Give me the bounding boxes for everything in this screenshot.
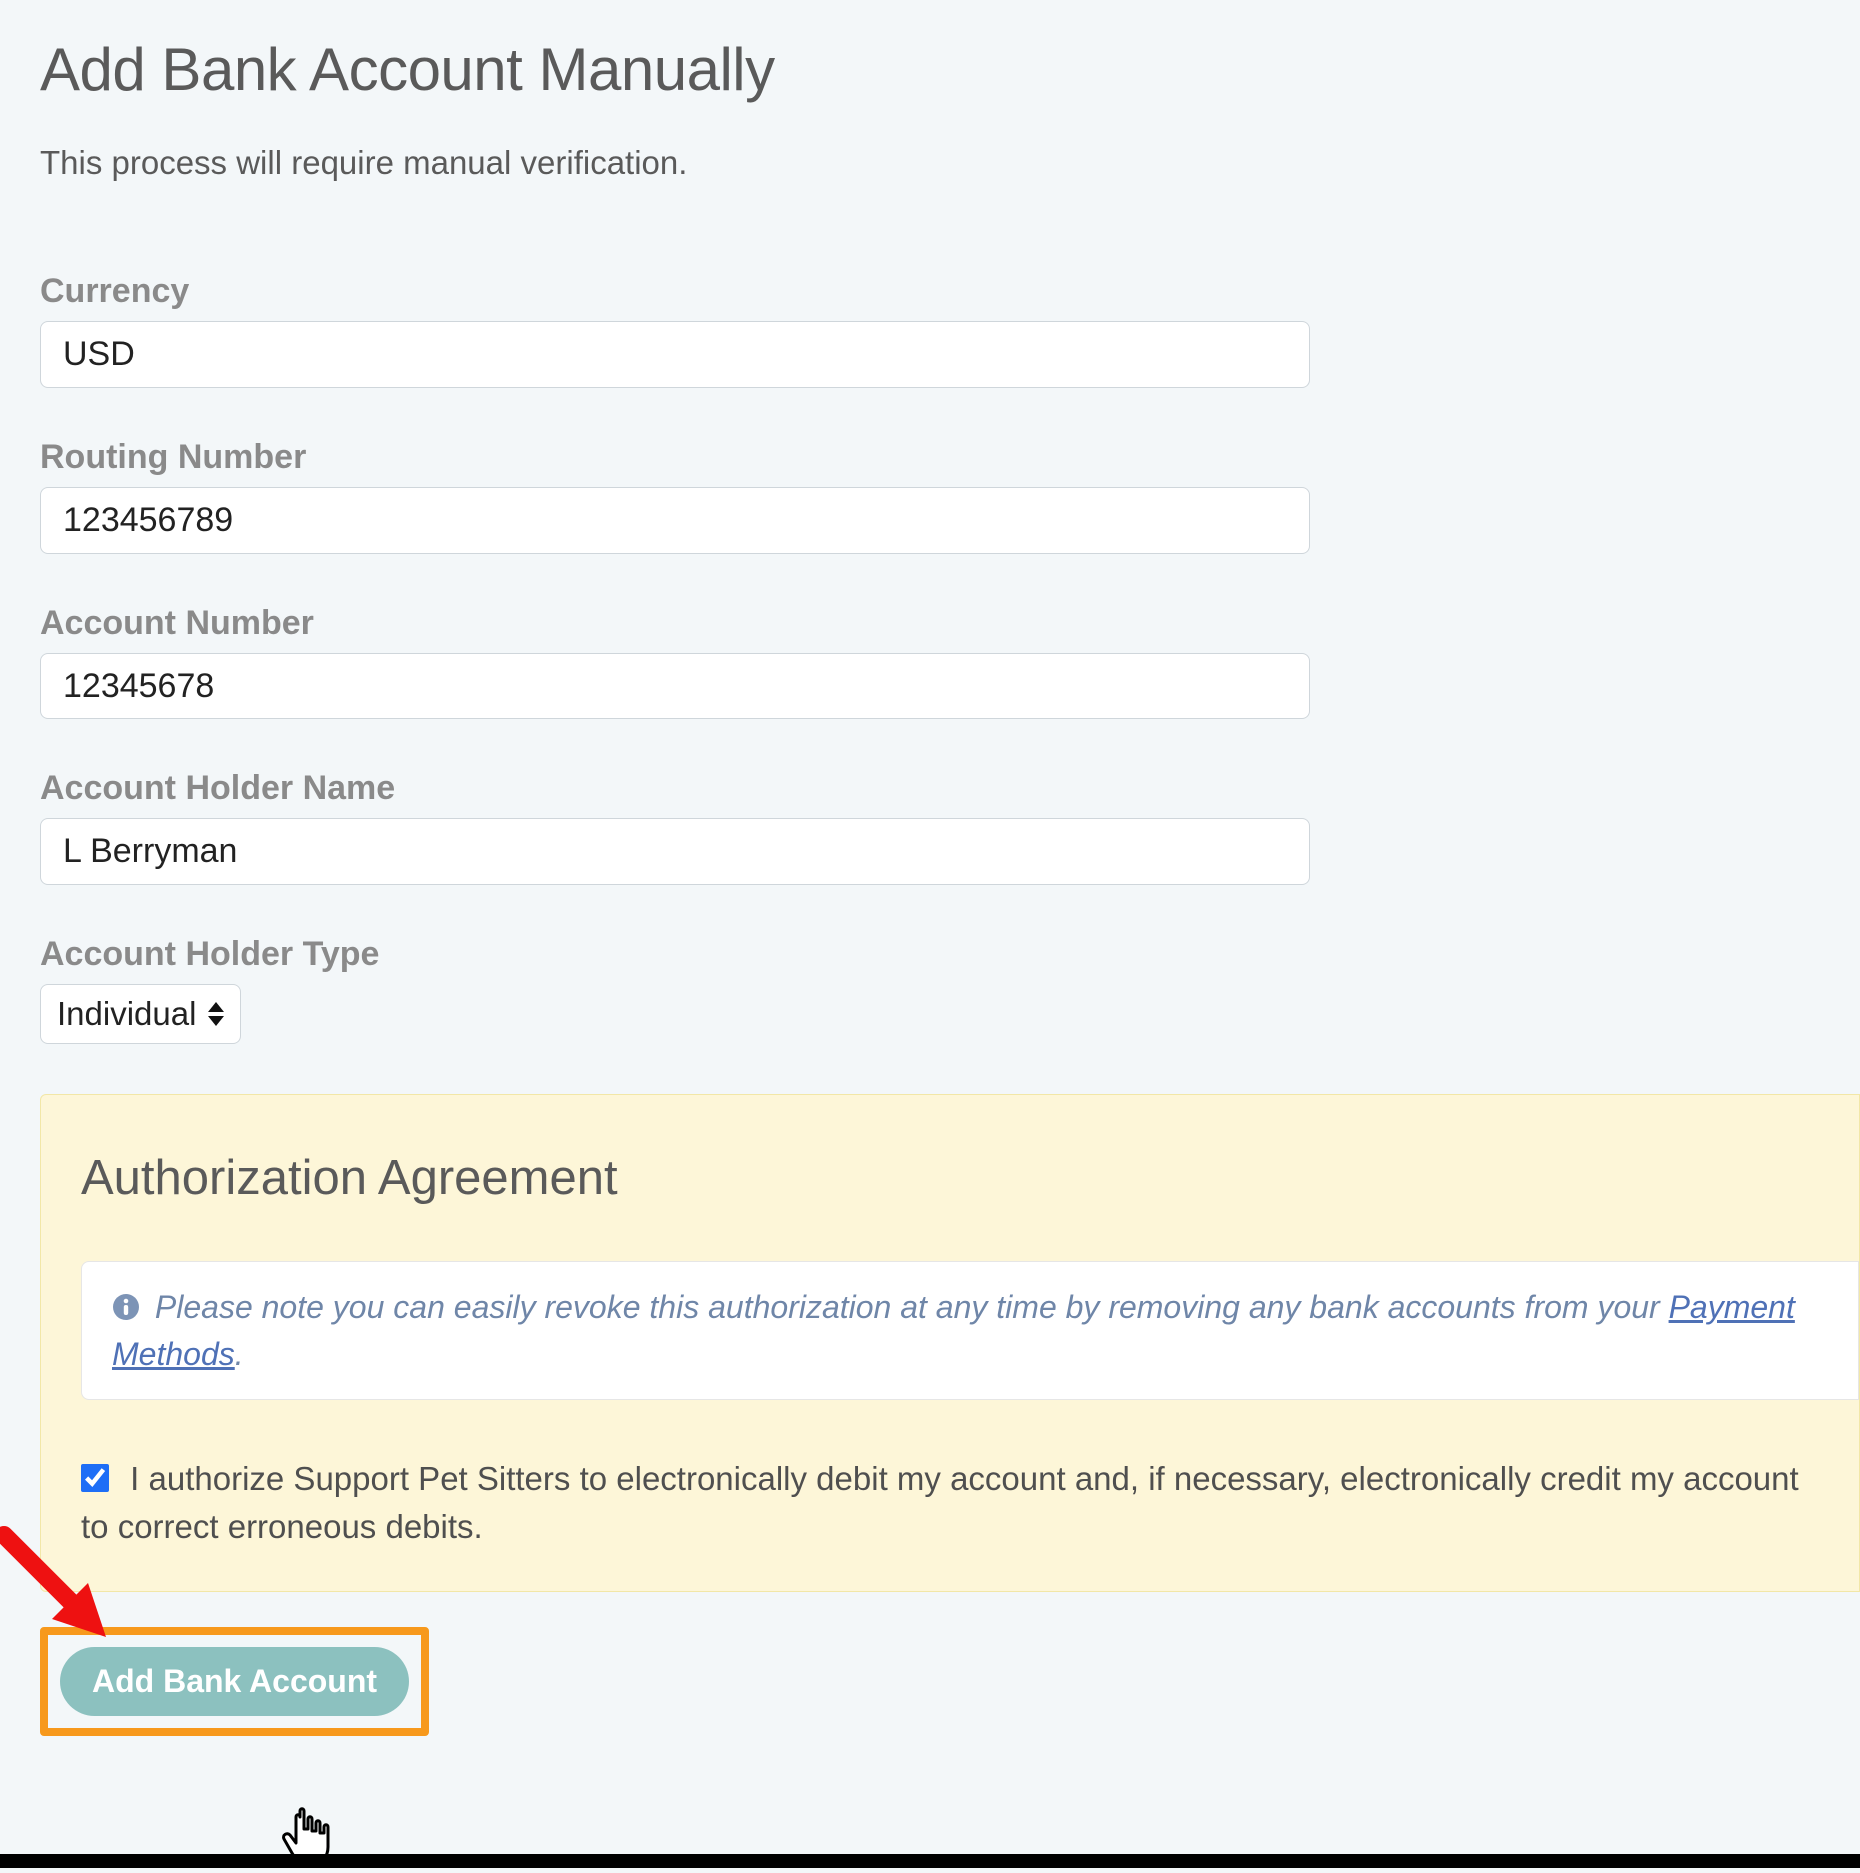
authorization-note-suffix: . [235,1336,244,1372]
info-icon [112,1293,140,1321]
sort-icon [206,1000,226,1028]
authorization-title: Authorization Agreement [81,1150,1859,1206]
authorization-note: Please note you can easily revoke this a… [81,1261,1859,1400]
account-group: Account Number [40,604,1820,720]
holder-name-group: Account Holder Name [40,769,1820,885]
authorization-note-prefix: Please note you can easily revoke this a… [155,1289,1669,1325]
routing-input[interactable] [40,487,1310,554]
routing-group: Routing Number [40,438,1820,554]
page-title: Add Bank Account Manually [40,35,1820,104]
holder-name-input[interactable] [40,818,1310,885]
routing-label: Routing Number [40,438,1820,477]
authorize-text: I authorize Support Pet Sitters to elect… [81,1460,1799,1545]
currency-input[interactable] [40,321,1310,388]
authorize-checkbox[interactable] [81,1464,109,1492]
holder-type-select[interactable]: Individual [40,984,241,1044]
account-input[interactable] [40,653,1310,720]
account-label: Account Number [40,604,1820,643]
currency-label: Currency [40,272,1820,311]
authorization-panel: Authorization Agreement Please note you … [40,1094,1860,1591]
holder-name-label: Account Holder Name [40,769,1820,808]
add-bank-account-button[interactable]: Add Bank Account [60,1647,409,1716]
authorize-row: I authorize Support Pet Sitters to elect… [81,1455,1859,1551]
currency-group: Currency [40,272,1820,388]
bottom-bar [0,1854,1860,1868]
holder-type-group: Account Holder Type Individual [40,935,1820,1044]
page-subtitle: This process will require manual verific… [40,144,1820,182]
submit-highlight: Add Bank Account [40,1627,429,1736]
holder-type-selected: Individual [57,995,196,1033]
holder-type-label: Account Holder Type [40,935,1820,974]
